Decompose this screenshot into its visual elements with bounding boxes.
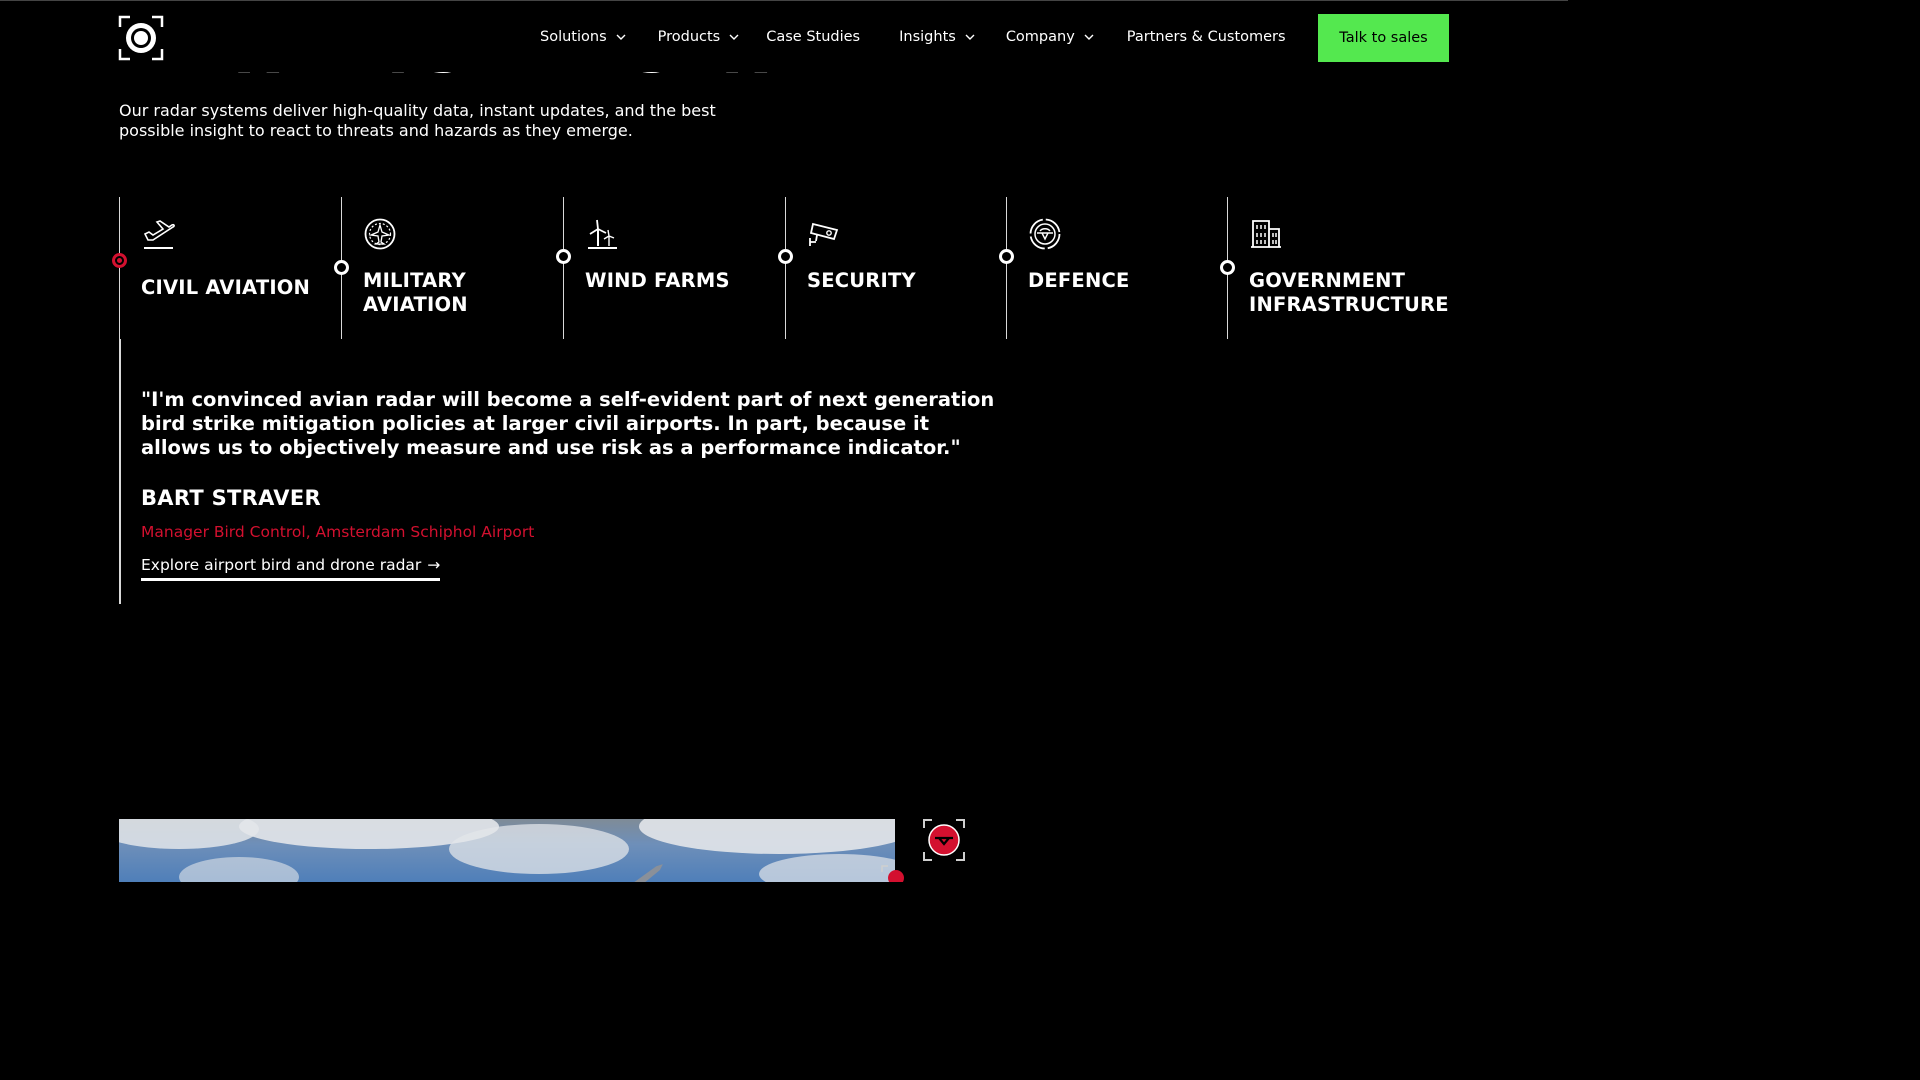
chevron-down-icon (1084, 34, 1094, 40)
market-tab-security[interactable]: SECURITY (778, 197, 1007, 339)
explore-link-label: Explore airport bird and drone radar (141, 556, 422, 574)
arrow-right-icon: → (427, 556, 441, 574)
nav-company[interactable]: Company (1006, 29, 1095, 45)
indicator-dot (778, 249, 793, 264)
section-lead: Our radar systems deliver high-quality d… (119, 101, 716, 140)
market-label: GOVERNMENT INFRASTRUCTURE (1249, 269, 1449, 316)
market-label: CIVIL AVIATION (141, 276, 311, 299)
nav-partners-customers[interactable]: Partners & Customers (1127, 29, 1286, 45)
nav-insights-label: Insights (899, 29, 956, 45)
nav-case-studies[interactable]: Case Studies (766, 29, 860, 45)
market-label: WIND FARMS (585, 269, 730, 292)
nav-case-studies-label: Case Studies (766, 29, 861, 45)
nav-products[interactable]: Products (658, 29, 741, 45)
aircraft-tail-icon (634, 864, 663, 882)
bird-detection-marker-icon (881, 865, 904, 882)
chevron-down-icon (616, 34, 626, 40)
indicator-dot (334, 260, 349, 275)
market-label: DEFENCE (1028, 269, 1130, 292)
talk-to-sales-button[interactable]: Talk to sales (1318, 14, 1449, 62)
indicator-dot (556, 249, 571, 264)
panel-divider (119, 339, 121, 604)
defence-target-icon (1029, 218, 1061, 250)
market-tab-wind-farms[interactable]: WIND FARMS (556, 197, 785, 339)
market-tab-government-infrastructure[interactable]: GOVERNMENT INFRASTRUCTURE (1220, 197, 1449, 339)
wind-turbine-icon (588, 219, 617, 249)
airport-sky-image (119, 819, 895, 882)
nav-solutions-label: Solutions (540, 29, 607, 45)
nav-company-label: Company (1005, 29, 1075, 45)
explore-radar-link[interactable]: Explore airport bird and drone radar → (141, 556, 441, 581)
military-aircraft-icon (364, 218, 396, 250)
testimonial-quote: "I'm convinced avian radar will become a… (141, 388, 995, 459)
testimonial-author: BART STRAVER (141, 486, 321, 510)
nav-solutions[interactable]: Solutions (540, 29, 627, 45)
indicator-dot (1220, 260, 1235, 275)
active-indicator-dot (112, 253, 127, 268)
testimonial-role: Manager Bird Control, Amsterdam Schiphol… (141, 523, 535, 541)
market-tab-military-aviation[interactable]: MILITARY AVIATION (334, 197, 563, 339)
drone-detection-icon (923, 819, 965, 861)
nav-insights[interactable]: Insights (899, 29, 976, 45)
security-camera-icon (809, 222, 839, 246)
market-tab-civil-aviation[interactable]: CIVIL AVIATION (112, 197, 341, 339)
top-navigation-bar: Solutions Products Case Studies Insights… (0, 0, 1568, 72)
market-label: MILITARY AVIATION (363, 269, 468, 316)
nav-partners-customers-label: Partners & Customers (1126, 29, 1286, 45)
nav-products-label: Products (657, 29, 721, 45)
market-tab-defence[interactable]: DEFENCE (999, 197, 1228, 339)
chevron-down-icon (965, 34, 975, 40)
government-building-icon (1251, 220, 1281, 248)
indicator-dot (999, 249, 1014, 264)
main-nav: Solutions Products Case Studies Insights… (540, 1, 1286, 73)
chevron-down-icon (729, 34, 739, 40)
logo-icon[interactable] (118, 15, 164, 61)
market-label: SECURITY (807, 269, 916, 292)
airplane-takeoff-icon (143, 220, 175, 249)
